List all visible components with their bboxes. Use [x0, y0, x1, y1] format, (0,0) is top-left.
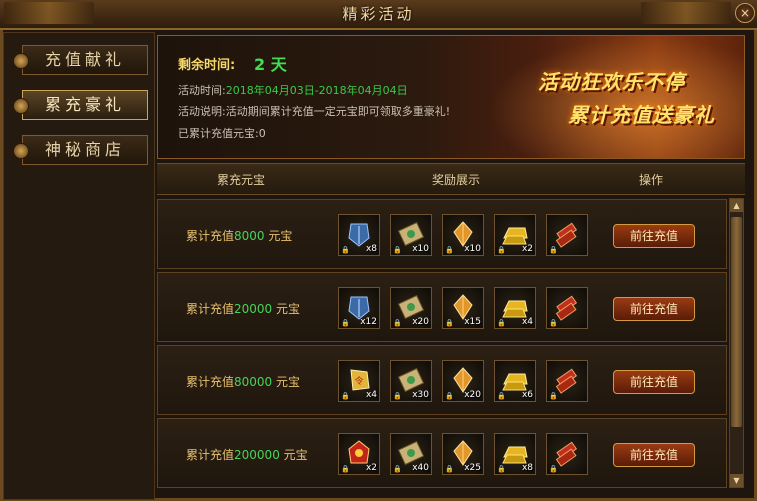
row-suffix: 元宝	[276, 302, 301, 316]
row-label: 累计充值20000 元宝	[186, 300, 300, 317]
recharged-label: 已累计充值元宝:	[178, 127, 259, 140]
row-label: 累计充值8000 元宝	[186, 227, 292, 244]
token-icon[interactable]: 令 🔒 x4	[338, 360, 380, 402]
sidebar-item-cumulative-gift[interactable]: 累充豪礼	[13, 90, 148, 120]
sidebar-item-label: 充值献礼	[44, 50, 125, 69]
row-suffix: 元宝	[276, 375, 301, 389]
event-desc: 活动说明:活动期间累计充值一定元宝即可领取多重豪礼!	[178, 103, 450, 119]
slogan-line-2: 累计充值送豪礼	[568, 103, 715, 127]
table-row: 累计充值200000 元宝 🔒 x2 🔒 x40 🔒 x25 🔒 x8 🔒 前往充值	[157, 418, 727, 488]
knob-icon	[13, 98, 29, 114]
window-title: 精彩活动	[342, 5, 415, 23]
row-label: 累计充值200000 元宝	[186, 446, 308, 463]
crystal-icon[interactable]: 🔒 x15	[442, 287, 484, 329]
row-prefix: 累计充值	[186, 229, 235, 243]
remaining-time-label: 剩余时间:	[178, 58, 236, 73]
event-time: 活动时间:2018年04月03日-2018年04月04日	[178, 82, 408, 98]
red-token-icon[interactable]: 🔒 x2	[338, 433, 380, 475]
scroll-icon[interactable]: 🔒 x20	[390, 287, 432, 329]
row-amount: 80000	[234, 375, 273, 389]
row-amount: 20000	[234, 302, 273, 316]
recharged-total: 已累计充值元宝:0	[178, 125, 266, 141]
gold-bar-icon[interactable]: 🔒 x4	[494, 287, 536, 329]
scroll-icon[interactable]: 🔒 x30	[390, 360, 432, 402]
gold-bar-icon[interactable]: 🔒 x6	[494, 360, 536, 402]
firecracker-icon[interactable]: 🔒	[546, 360, 588, 402]
go-recharge-button[interactable]: 前往充值	[613, 224, 695, 248]
sidebar-item-mystery-shop[interactable]: 神秘商店	[13, 135, 148, 165]
go-recharge-button[interactable]: 前往充值	[613, 297, 695, 321]
table-header: 累充元宝 奖励展示 操作	[157, 163, 745, 195]
row-label: 累计充值80000 元宝	[186, 373, 300, 390]
go-recharge-button[interactable]: 前往充值	[613, 443, 695, 467]
knob-icon	[13, 143, 29, 159]
crystal-icon[interactable]: 🔒 x25	[442, 433, 484, 475]
knob-icon	[13, 53, 29, 69]
banner-glow	[488, 36, 744, 158]
armor-icon[interactable]: 🔒 x8	[338, 214, 380, 256]
firecracker-icon[interactable]: 🔒	[546, 433, 588, 475]
scroll-down-icon[interactable]: ▼	[730, 474, 743, 487]
event-banner: 剩余时间: 2 天 活动时间:2018年04月03日-2018年04月04日 活…	[157, 35, 745, 159]
event-desc-value: 活动期间累计充值一定元宝即可领取多重豪礼!	[225, 105, 451, 118]
header-action: 操作	[639, 173, 664, 187]
row-suffix: 元宝	[268, 229, 293, 243]
gold-bar-icon[interactable]: 🔒 x8	[494, 433, 536, 475]
scrollbar[interactable]: ▲ ▼	[729, 198, 744, 488]
row-amount: 200000	[234, 448, 280, 462]
sidebar-item-label: 累充豪礼	[44, 95, 125, 114]
row-prefix: 累计充值	[186, 448, 235, 462]
scroll-up-icon[interactable]: ▲	[730, 199, 743, 212]
crystal-icon[interactable]: 🔒 x20	[442, 360, 484, 402]
crystal-icon[interactable]: 🔒 x10	[442, 214, 484, 256]
header-rewards: 奖励展示	[432, 173, 481, 187]
table-row: 累计充值8000 元宝 🔒 x8 🔒 x10 🔒 x10 🔒 x2 🔒 前往充值	[157, 199, 727, 269]
sidebar-item-label: 神秘商店	[44, 140, 125, 159]
scroll-icon[interactable]: 🔒 x10	[390, 214, 432, 256]
row-suffix: 元宝	[283, 448, 308, 462]
sidebar-item-recharge-gift[interactable]: 充值献礼	[13, 45, 148, 75]
scroll-thumb[interactable]	[731, 217, 742, 427]
scroll-icon[interactable]: 🔒 x40	[390, 433, 432, 475]
reward-list: 累计充值8000 元宝 🔒 x8 🔒 x10 🔒 x10 🔒 x2 🔒 前往充值 累计充…	[157, 195, 727, 495]
title-bar: 精彩活动 ×	[0, 0, 757, 30]
row-prefix: 累计充值	[186, 375, 235, 389]
armor-icon[interactable]: 🔒 x12	[338, 287, 380, 329]
sidebar: 充值献礼 累充豪礼 神秘商店	[3, 32, 155, 500]
event-time-label: 活动时间:	[178, 84, 226, 97]
slogan-line-1: 活动狂欢乐不停	[538, 70, 685, 94]
go-recharge-button[interactable]: 前往充值	[613, 370, 695, 394]
row-amount: 8000	[234, 229, 265, 243]
firecracker-icon[interactable]: 🔒	[546, 287, 588, 329]
event-time-value: 2018年04月03日-2018年04月04日	[225, 84, 408, 97]
table-row: 累计充值20000 元宝 🔒 x12 🔒 x20 🔒 x15 🔒 x4 🔒 前往充值	[157, 272, 727, 342]
close-button[interactable]: ×	[735, 3, 755, 23]
row-prefix: 累计充值	[186, 302, 235, 316]
event-desc-label: 活动说明:	[178, 105, 226, 118]
remaining-time-value: 2 天	[254, 55, 287, 74]
firecracker-icon[interactable]: 🔒	[546, 214, 588, 256]
recharged-value: 0	[258, 127, 266, 140]
svg-text:令: 令	[354, 375, 363, 387]
gold-bar-icon[interactable]: 🔒 x2	[494, 214, 536, 256]
table-row: 累计充值80000 元宝 令 🔒 x4 🔒 x30 🔒 x20 🔒 x6 🔒 前往充值	[157, 345, 727, 415]
header-recharge: 累充元宝	[217, 173, 266, 187]
